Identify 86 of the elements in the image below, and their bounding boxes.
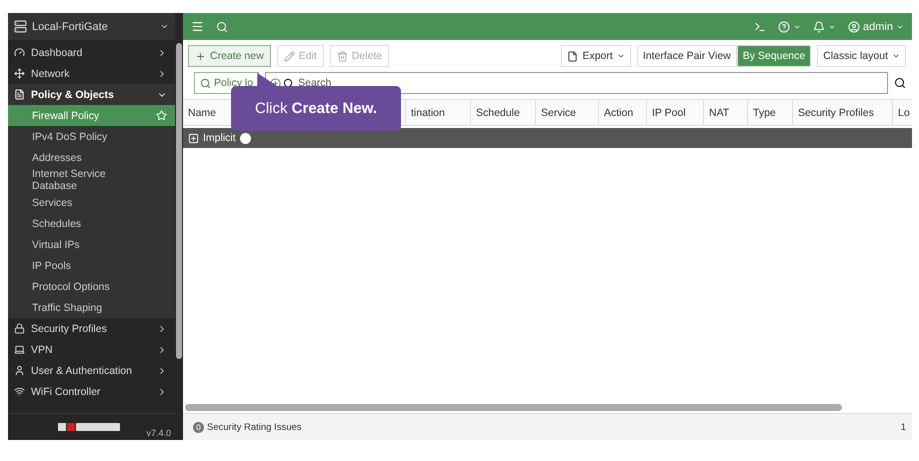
nav-label: IP Pools	[32, 260, 72, 272]
nav-section[interactable]: VPN	[8, 339, 175, 360]
pencil-icon	[284, 50, 295, 62]
bell-icon[interactable]	[813, 20, 826, 32]
move-arrows-icon	[14, 68, 25, 79]
version-label: v7.4.0	[146, 428, 171, 440]
scrollbar-thumb[interactable]	[185, 404, 842, 411]
count-badge: 0	[193, 422, 204, 432]
nav-label: VPN	[31, 344, 54, 356]
menu-icon[interactable]	[191, 20, 204, 33]
nav-section[interactable]: WiFi Controller	[8, 381, 175, 402]
column-header[interactable]: Security Profiles	[793, 100, 893, 125]
gauge-icon	[14, 47, 25, 58]
laptop-icon	[14, 344, 25, 355]
nav-item[interactable]: Addresses	[8, 147, 175, 168]
trash-icon	[336, 50, 348, 62]
column-header[interactable]: Service	[536, 100, 599, 125]
nav-item[interactable]: Virtual IPs	[8, 234, 175, 255]
nav-label: User & Authentication	[31, 364, 133, 376]
create-button[interactable]: Create new	[188, 45, 271, 67]
column-header[interactable]: Lo	[893, 100, 912, 125]
nav-label: IPv4 DoS Policy	[32, 130, 108, 142]
view-toggle[interactable]: By Sequence	[736, 45, 812, 67]
search-icon[interactable]	[894, 77, 906, 89]
nav-section[interactable]: Dashboard	[8, 42, 175, 63]
search-box[interactable]: Search	[265, 72, 888, 94]
file-icon	[567, 50, 578, 62]
nav-label: Virtual IPs	[32, 238, 81, 250]
view-toggle[interactable]: Interface Pair View	[636, 45, 737, 67]
nav-item[interactable]: Traffic Shaping	[8, 297, 175, 318]
lock-icon	[14, 323, 25, 334]
device-selector[interactable]: Local-FortiGate	[8, 13, 175, 40]
export-button[interactable]: Export	[561, 45, 631, 67]
nav-label: Firewall Policy	[32, 110, 100, 122]
nav-label: Dashboard	[31, 46, 84, 58]
column-header[interactable]: NAT	[704, 100, 748, 125]
nav-label: Security Profiles	[31, 322, 108, 334]
nav-label: Protocol Options	[32, 280, 111, 292]
caret-icon	[892, 52, 900, 60]
terminal-icon[interactable]	[754, 20, 766, 32]
search-icon	[200, 78, 211, 88]
nav-section[interactable]: Network	[8, 63, 175, 84]
caret-icon	[616, 52, 625, 60]
column-header[interactable]: IP Pool	[647, 100, 704, 125]
wifi-icon	[14, 386, 25, 397]
nav-label: Services	[32, 196, 74, 208]
group-label: Implicit	[203, 132, 236, 144]
nav-label: Addresses	[32, 152, 83, 164]
layout-dropdown[interactable]: Classic layout	[817, 45, 906, 67]
nav-item[interactable]: Internet Service Database	[8, 168, 175, 192]
user-icon	[14, 365, 25, 376]
nav-label: Traffic Shaping	[32, 302, 104, 314]
device-name: Local-FortiGate	[32, 20, 109, 32]
nav-item[interactable]: IP Pools	[8, 255, 175, 276]
plus-icon	[195, 50, 206, 62]
expand-icon[interactable]	[188, 132, 199, 144]
nav-label: Internet Service Database	[32, 168, 107, 192]
device-icon	[14, 20, 27, 33]
nav-label: Network	[31, 68, 71, 80]
column-header[interactable]: Schedule	[471, 100, 536, 125]
nav-item[interactable]: IPv4 DoS Policy	[8, 126, 175, 147]
scrollbar-thumb[interactable]	[176, 43, 182, 359]
star-icon	[156, 110, 167, 121]
user-menu[interactable]: admin	[863, 20, 893, 32]
column-header[interactable]: Action	[599, 100, 647, 125]
column-header[interactable]: tination	[406, 100, 471, 125]
nav-section[interactable]: Policy & Objects	[8, 84, 175, 105]
nav-section[interactable]: User & Authentication	[8, 360, 175, 381]
nav-label: Policy & Objects	[31, 88, 115, 100]
user-icon[interactable]	[848, 20, 860, 32]
nav-label: WiFi Controller	[31, 386, 102, 398]
nav-item[interactable]: Firewall Policy	[8, 105, 175, 126]
page-count: 1	[900, 422, 906, 432]
caret-icon	[160, 22, 169, 31]
nav-item[interactable]: Schedules	[8, 213, 175, 234]
document-icon	[14, 89, 25, 100]
brand-logo	[58, 422, 120, 432]
nav-item[interactable]: Protocol Options	[8, 276, 175, 297]
nav-label: Schedules	[32, 218, 82, 230]
status-label[interactable]: Security Rating Issues	[207, 422, 898, 432]
column-header[interactable]: Type	[748, 100, 793, 125]
help-icon[interactable]	[778, 20, 790, 32]
tooltip: Click Create New.	[231, 86, 401, 131]
nav-item[interactable]: Services	[8, 192, 175, 213]
nav-section[interactable]: Security Profiles	[8, 318, 175, 339]
count-badge	[240, 132, 251, 144]
